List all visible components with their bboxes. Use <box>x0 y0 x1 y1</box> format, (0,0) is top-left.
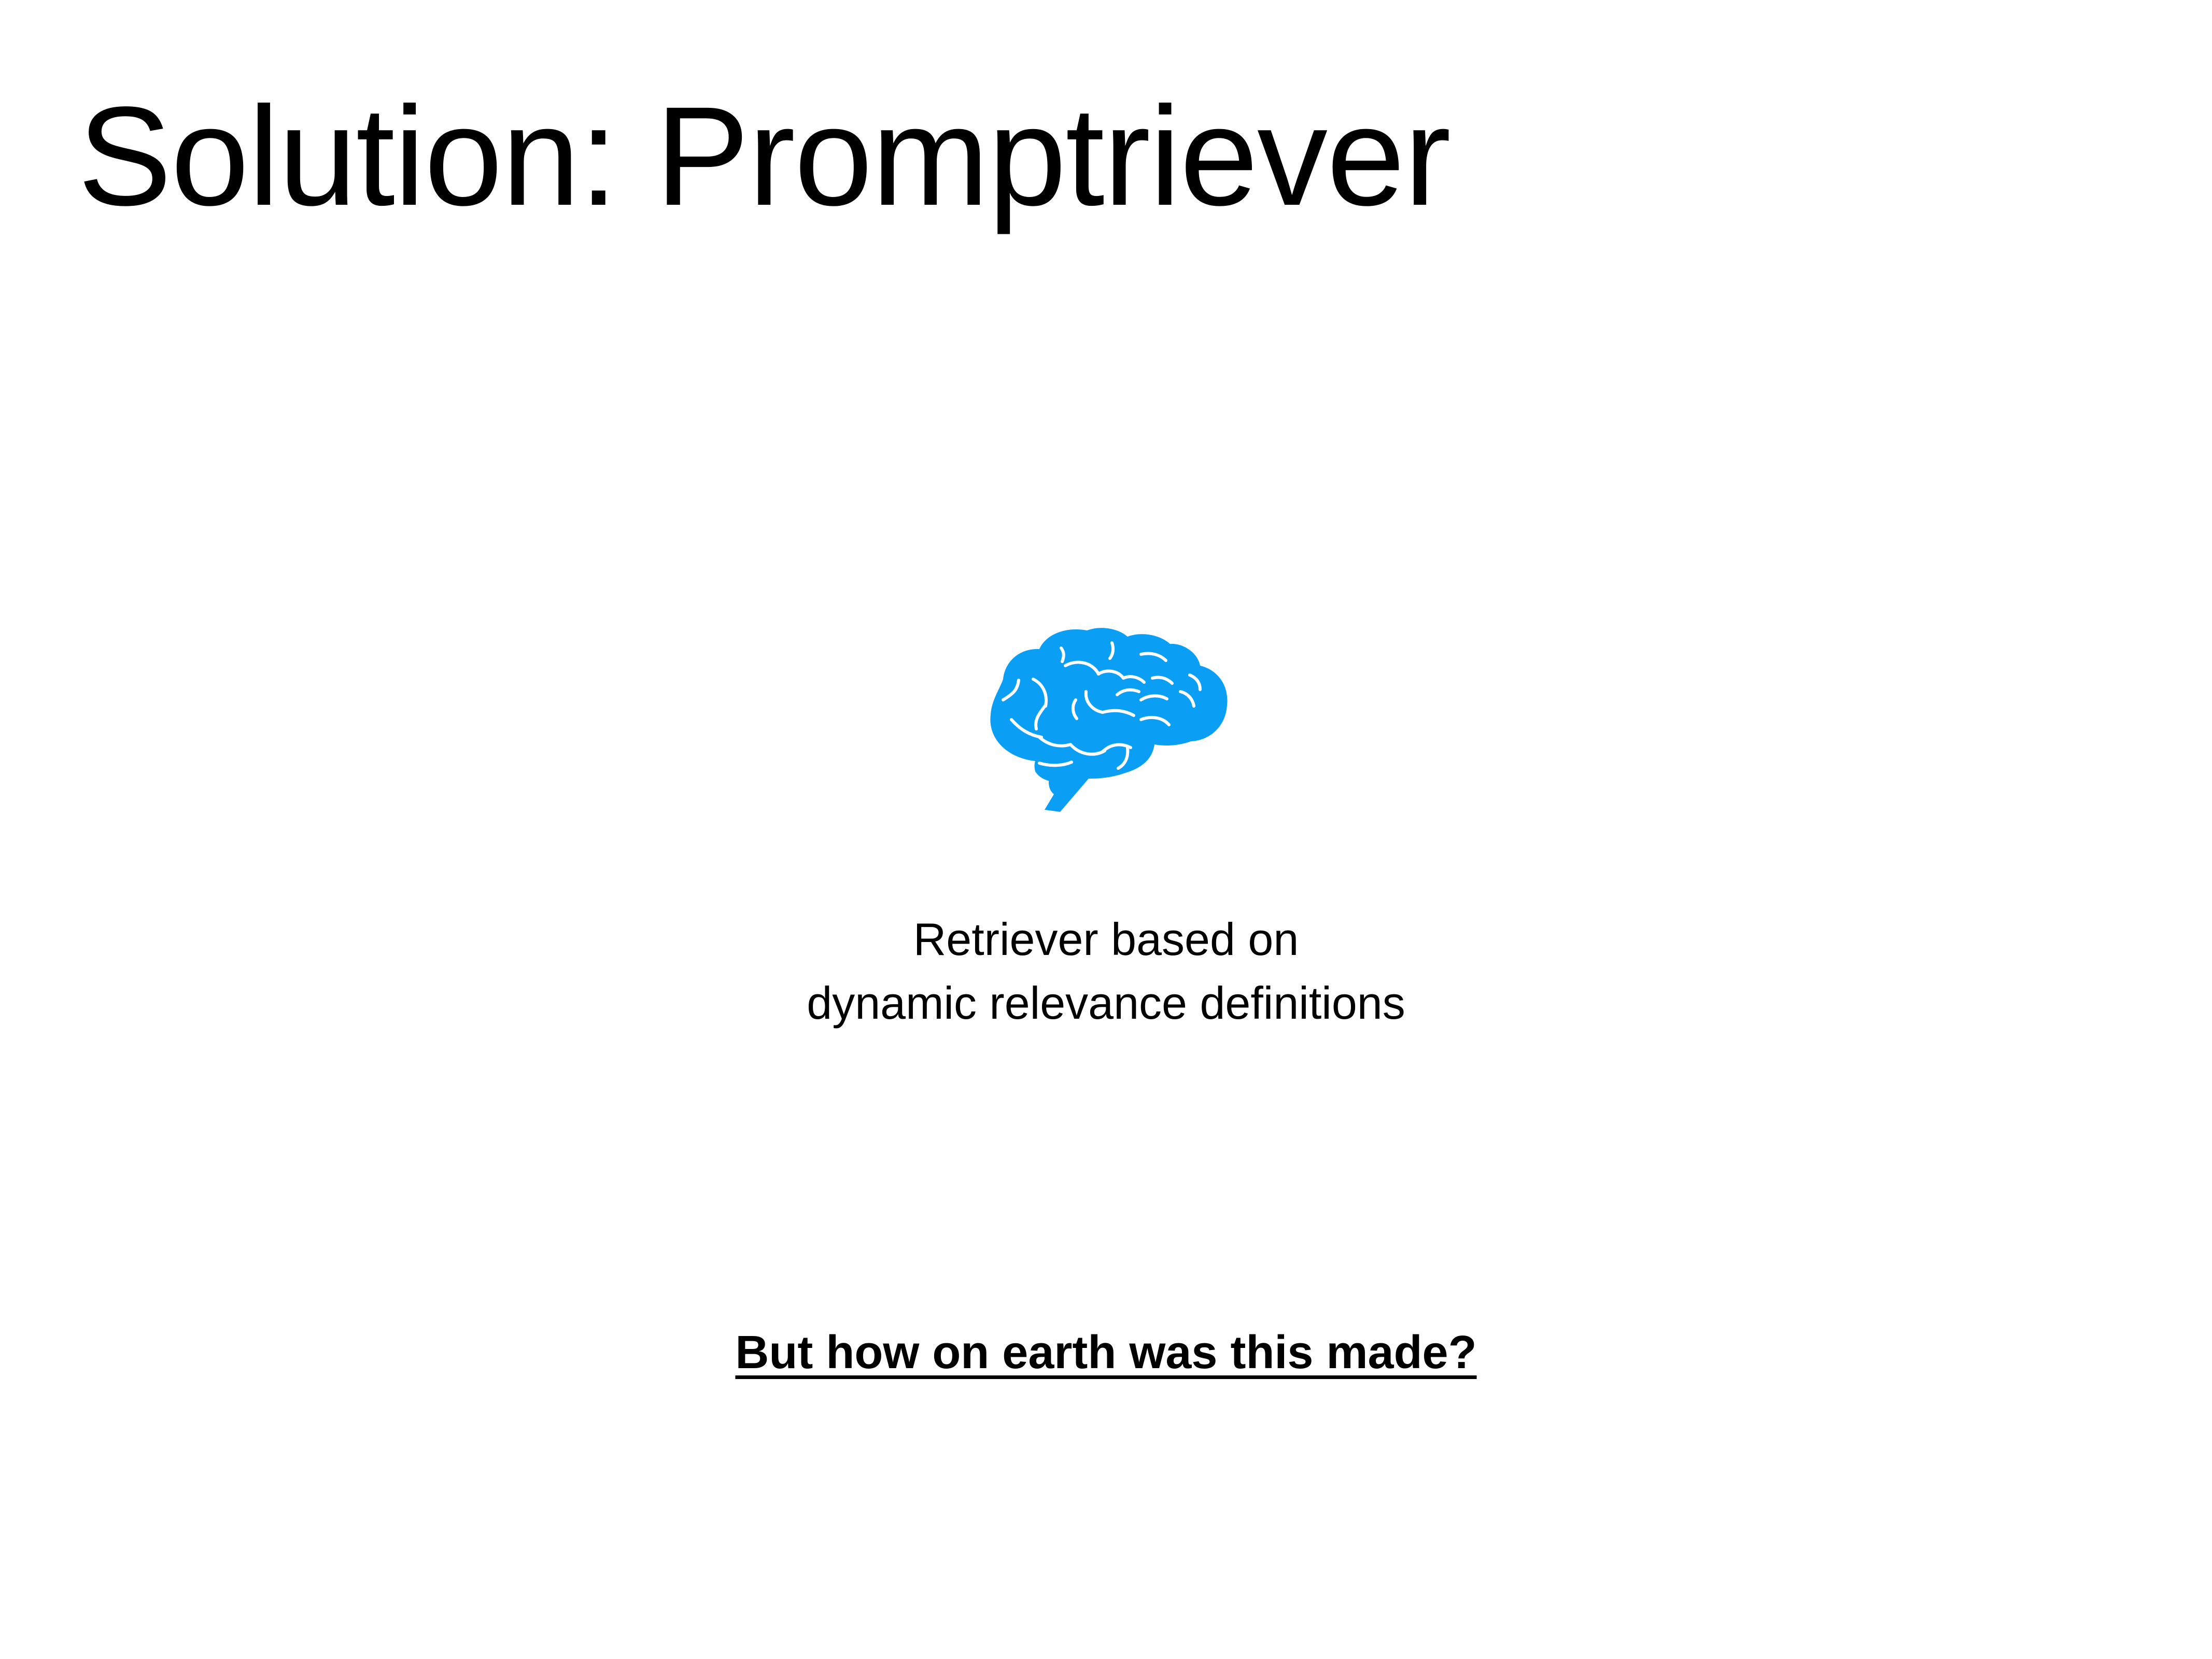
brain-icon <box>990 628 1228 812</box>
caption-line-1: Retriever based on <box>913 913 1299 965</box>
slide-caption: Retriever based on dynamic relevance def… <box>0 907 2212 1035</box>
question-link[interactable]: But how on earth was this made? <box>735 1327 1476 1379</box>
slide-title: Solution: Promptriever <box>78 77 1451 235</box>
brain-shape <box>990 628 1228 812</box>
question-link-container: But how on earth was this made? <box>0 1327 2212 1379</box>
caption-line-2: dynamic relevance definitions <box>807 977 1405 1029</box>
